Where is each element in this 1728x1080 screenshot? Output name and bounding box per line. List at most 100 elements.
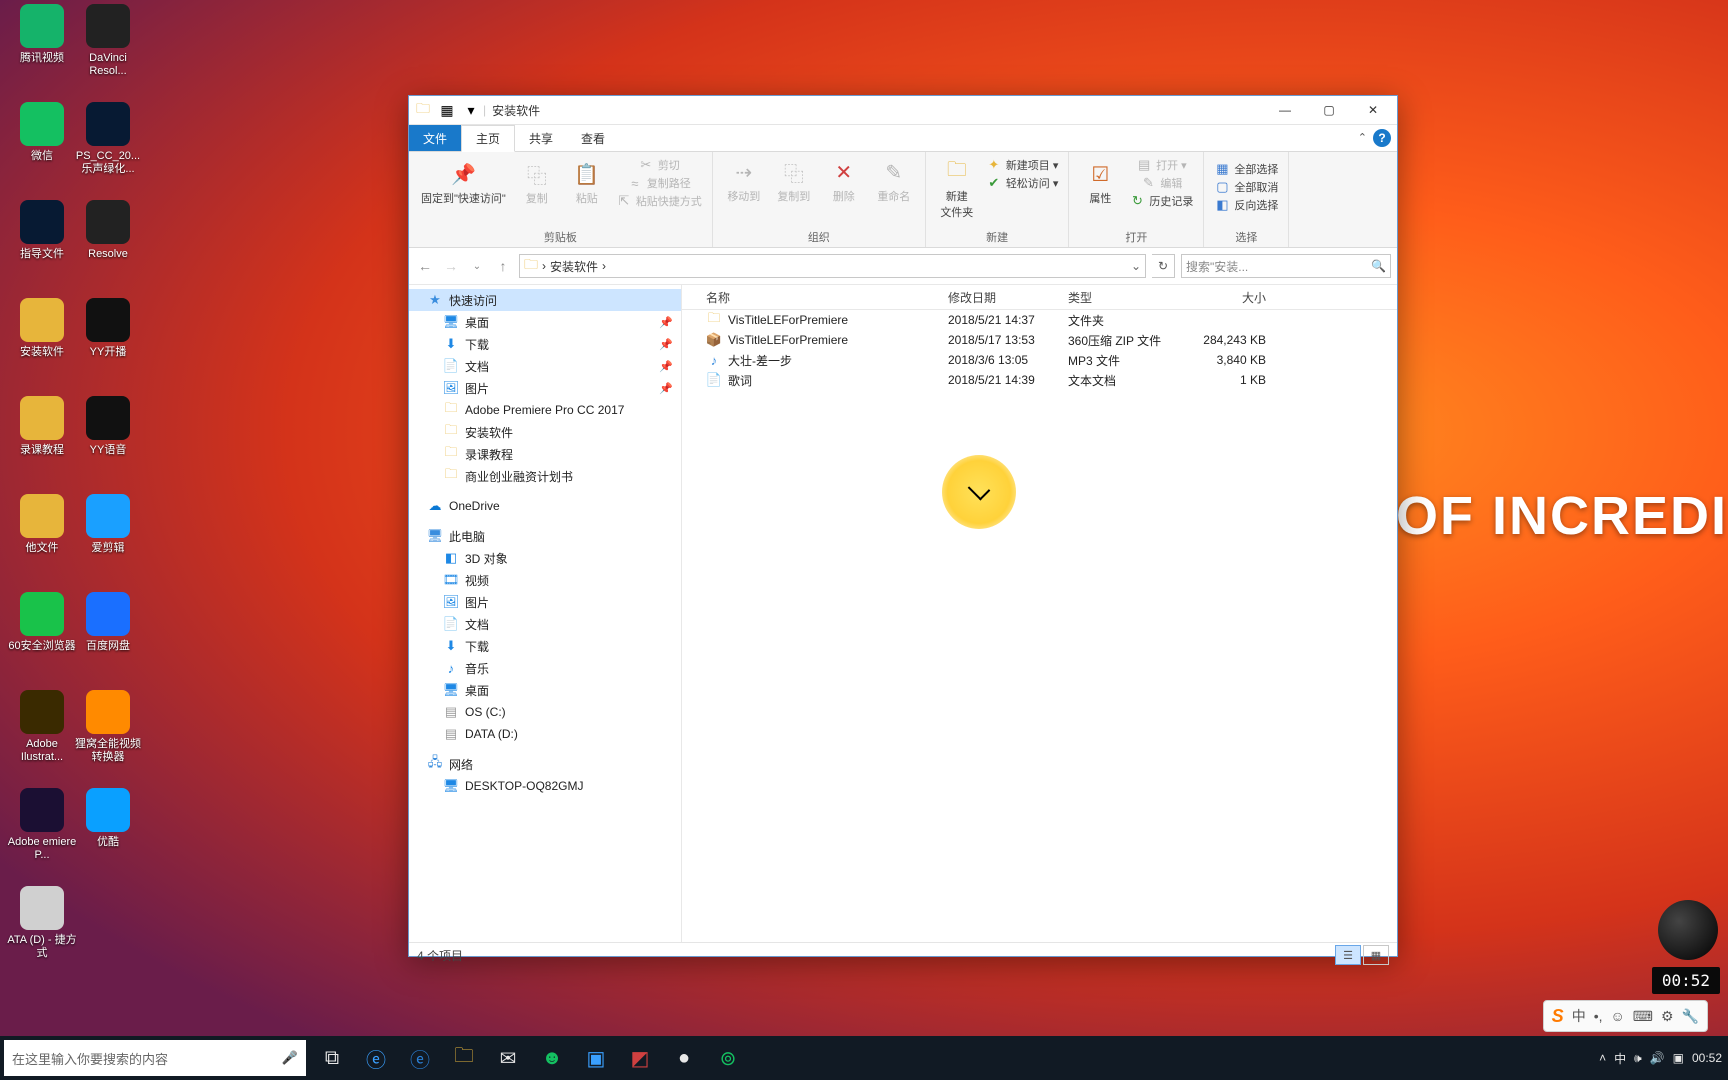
task-view-button[interactable]: ⧉ xyxy=(310,1036,354,1080)
app-icon[interactable]: ◩ xyxy=(618,1036,662,1080)
col-type[interactable]: 类型 xyxy=(1062,289,1182,306)
copy-button[interactable]: ⿻复制 xyxy=(512,156,562,210)
new-item-button[interactable]: ✦新建项目 ▾ xyxy=(982,156,1063,174)
paste-shortcut-button[interactable]: ⇱粘贴快捷方式 xyxy=(612,192,706,210)
sidebar-item[interactable]: 📄文档 xyxy=(409,613,681,635)
file-row[interactable]: 🗀VisTitleLEForPremiere2018/5/21 14:37文件夹 xyxy=(682,310,1397,330)
desktop-icon[interactable]: 指导文件 xyxy=(6,200,78,261)
close-button[interactable]: ✕ xyxy=(1351,96,1395,124)
file-list[interactable]: 名称 修改日期 类型 大小 🗀VisTitleLEForPremiere2018… xyxy=(682,285,1397,942)
desktop-icon[interactable]: 安装软件 xyxy=(6,298,78,359)
search-input[interactable]: 搜索"安装... 🔍 xyxy=(1181,254,1391,278)
ime-bar[interactable]: S 中 •, ☺ ⌨ ⚙ 🔧 xyxy=(1543,1000,1708,1032)
invert-selection-button[interactable]: ◧反向选择 xyxy=(1210,196,1282,214)
copy-path-button[interactable]: ≈复制路径 xyxy=(612,174,706,192)
system-tray[interactable]: ˄ 中 🕪 🔊 ▣ 00:52 xyxy=(1599,1050,1728,1067)
tab-file[interactable]: 文件 xyxy=(409,125,461,151)
desktop-icon[interactable]: PS_CC_20... 乐声绿化... xyxy=(72,102,144,176)
wechat-icon[interactable]: ☻ xyxy=(530,1036,574,1080)
forward-button[interactable]: → xyxy=(441,256,461,276)
minimize-button[interactable]: — xyxy=(1263,96,1307,124)
tray-up-icon[interactable]: ˄ xyxy=(1599,1051,1606,1065)
ie-icon[interactable]: ⓔ xyxy=(354,1036,398,1080)
ime-settings-icon[interactable]: ⚙ xyxy=(1661,1008,1674,1025)
col-date[interactable]: 修改日期 xyxy=(942,289,1062,306)
sidebar-quick-access[interactable]: ★快速访问 xyxy=(409,289,681,311)
desktop-icon[interactable]: Resolve xyxy=(72,200,144,261)
desktop-icon[interactable]: 优酷 xyxy=(72,788,144,849)
file-row[interactable]: ♪大壮-差一步2018/3/6 13:05MP3 文件3,840 KB xyxy=(682,350,1397,370)
desktop-icon[interactable]: 腾讯视频 xyxy=(6,4,78,65)
tab-view[interactable]: 查看 xyxy=(567,125,619,151)
sidebar-item[interactable]: 🖥桌面 xyxy=(409,679,681,701)
collapse-ribbon-icon[interactable]: ⌃ xyxy=(1358,131,1367,144)
select-all-button[interactable]: ▦全部选择 xyxy=(1210,160,1282,178)
tab-home[interactable]: 主页 xyxy=(461,125,515,152)
app-icon[interactable]: ▣ xyxy=(574,1036,618,1080)
desktop-icon[interactable]: Adobe Ilustrat... xyxy=(6,690,78,764)
sidebar-onedrive[interactable]: ☁OneDrive xyxy=(409,495,681,517)
breadcrumb[interactable]: 🗀 › 安装软件 › ⌄ xyxy=(519,254,1146,278)
desktop-icon[interactable]: 他文件 xyxy=(6,494,78,555)
desktop-icon[interactable]: 录课教程 xyxy=(6,396,78,457)
sidebar-item[interactable]: ⬇下载📌 xyxy=(409,333,681,355)
rename-button[interactable]: ✎重命名 xyxy=(869,156,919,206)
sidebar-network[interactable]: 🖧网络 xyxy=(409,753,681,775)
taskbar-search[interactable]: 在这里输入你要搜索的内容 🎤 xyxy=(4,1040,306,1076)
back-button[interactable]: ← xyxy=(415,256,435,276)
chevron-down-icon[interactable]: ⌄ xyxy=(1131,259,1141,273)
pin-to-quick-button[interactable]: 📌固定到"快速访问" xyxy=(415,156,512,210)
sidebar-item[interactable]: 🖼图片 xyxy=(409,591,681,613)
maximize-button[interactable]: ▢ xyxy=(1307,96,1351,124)
crumb-folder[interactable]: 安装软件 xyxy=(550,258,598,275)
taskbar[interactable]: 在这里输入你要搜索的内容 🎤 ⧉ ⓔ ⓔ 🗀 ✉ ☻ ▣ ◩ ● ⊚ ˄ 中 🕪… xyxy=(0,1036,1728,1080)
explorer-icon[interactable]: 🗀 xyxy=(442,1036,486,1080)
save-icon[interactable]: ▦ xyxy=(437,100,457,120)
cut-button[interactable]: ✂剪切 xyxy=(612,156,706,174)
tray-clock[interactable]: 00:52 xyxy=(1692,1052,1722,1065)
sidebar-item[interactable]: 🗀Adobe Premiere Pro CC 2017 xyxy=(409,399,681,421)
sidebar-item[interactable]: 🖼图片📌 xyxy=(409,377,681,399)
move-to-button[interactable]: ⇢移动到 xyxy=(719,156,769,206)
file-row[interactable]: 📦VisTitleLEForPremiere2018/5/17 13:53360… xyxy=(682,330,1397,350)
help-icon[interactable]: ? xyxy=(1373,129,1391,147)
paste-button[interactable]: 📋粘贴 xyxy=(562,156,612,210)
thumbnails-view-button[interactable]: ▦ xyxy=(1363,945,1389,965)
app-icon[interactable]: ⊚ xyxy=(706,1036,750,1080)
desktop-icon[interactable]: YY语音 xyxy=(72,396,144,457)
open-button[interactable]: ▤打开 ▾ xyxy=(1125,156,1197,174)
tray-notif-icon[interactable]: ▣ xyxy=(1673,1051,1684,1065)
desktop-icon[interactable]: 微信 xyxy=(6,102,78,163)
mic-icon[interactable]: 🎤 xyxy=(282,1050,298,1066)
edit-button[interactable]: ✎编辑 xyxy=(1125,174,1197,192)
edge-icon[interactable]: ⓔ xyxy=(398,1036,442,1080)
ime-lang[interactable]: 中 xyxy=(1572,1006,1586,1026)
file-row[interactable]: 📄歌词2018/5/21 14:39文本文档1 KB xyxy=(682,370,1397,390)
refresh-button[interactable]: ↻ xyxy=(1152,254,1175,278)
sidebar-item[interactable]: 🗀商业创业融资计划书 xyxy=(409,465,681,487)
col-size[interactable]: 大小 xyxy=(1182,289,1282,306)
details-view-button[interactable]: ☰ xyxy=(1335,945,1361,965)
desktop-icon[interactable]: 狸窝全能视频转换器 xyxy=(72,690,144,764)
ime-tool-icon[interactable]: 🔧 xyxy=(1682,1008,1699,1025)
sidebar-item[interactable]: ♪音乐 xyxy=(409,657,681,679)
properties-button[interactable]: ☑属性 xyxy=(1075,156,1125,210)
sidebar-item[interactable]: ◧3D 对象 xyxy=(409,547,681,569)
sidebar-item[interactable]: ▤OS (C:) xyxy=(409,701,681,723)
delete-button[interactable]: ✕删除 xyxy=(819,156,869,206)
tray-lang[interactable]: 中 xyxy=(1614,1050,1626,1067)
copy-to-button[interactable]: ⿻复制到 xyxy=(769,156,819,206)
tray-network-icon[interactable]: 🕪 xyxy=(1634,1051,1642,1066)
tray-volume-icon[interactable]: 🔊 xyxy=(1650,1051,1665,1065)
tab-share[interactable]: 共享 xyxy=(515,125,567,151)
desktop-icon[interactable]: DaVinci Resol... xyxy=(72,4,144,78)
desktop-icon[interactable]: YY开播 xyxy=(72,298,144,359)
ime-emoji-icon[interactable]: ☺ xyxy=(1610,1008,1624,1024)
app-icon[interactable]: ● xyxy=(662,1036,706,1080)
sidebar[interactable]: ★快速访问 🖥桌面📌⬇下载📌📄文档📌🖼图片📌🗀Adobe Premiere Pr… xyxy=(409,285,682,942)
desktop-icon[interactable]: 百度网盘 xyxy=(72,592,144,653)
sidebar-item[interactable]: ⬇下载 xyxy=(409,635,681,657)
new-folder-button[interactable]: 🗀新建 文件夹 xyxy=(932,156,982,222)
easy-access-button[interactable]: ✔轻松访问 ▾ xyxy=(982,174,1063,192)
history-button[interactable]: ↻历史记录 xyxy=(1125,192,1197,210)
